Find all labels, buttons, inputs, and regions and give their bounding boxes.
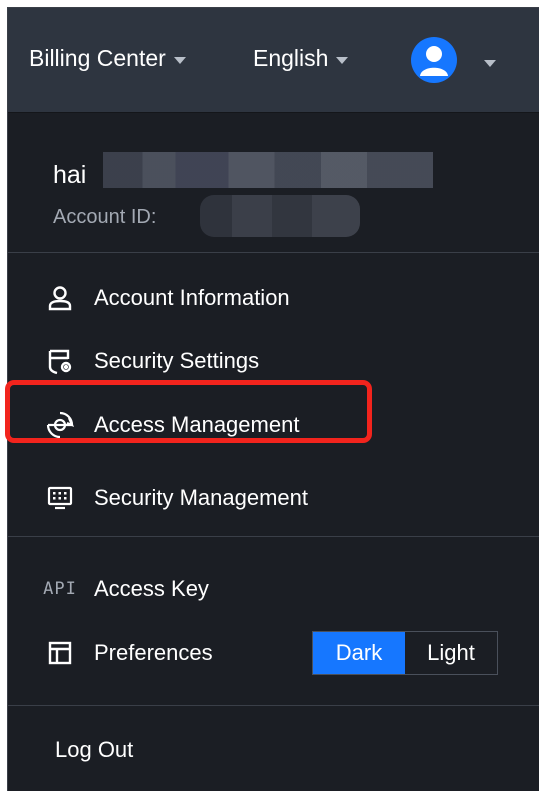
chevron-down-icon — [173, 56, 186, 64]
theme-option-light[interactable]: Light — [405, 632, 497, 674]
menu-item-access-key[interactable]: API Access Key — [8, 565, 539, 613]
avatar-chevron-down-icon[interactable] — [484, 60, 496, 67]
language-label: English — [253, 45, 329, 71]
theme-option-dark[interactable]: Dark — [313, 632, 405, 674]
profile-section: hai Account ID: — [8, 113, 539, 253]
theme-toggle: Dark Light — [312, 631, 498, 675]
section-divider — [8, 705, 539, 706]
shield-settings-icon — [44, 345, 76, 377]
logout-button[interactable]: Log Out — [55, 737, 133, 763]
menu-item-account-information[interactable]: Account Information — [8, 274, 539, 322]
menu-label: Security Settings — [94, 348, 260, 373]
menu-label: Security Management — [94, 485, 308, 510]
redacted-username — [103, 152, 433, 188]
top-navigation-bar: Billing Center English — [8, 8, 539, 113]
account-dropdown-panel: Billing Center English hai Account ID: A… — [7, 7, 539, 791]
menu-label: Account Information — [94, 285, 290, 310]
menu-item-security-settings[interactable]: Security Settings — [8, 337, 539, 385]
menu-label: Access Management — [94, 412, 300, 437]
menu-item-security-management[interactable]: Security Management — [8, 474, 539, 522]
access-management-icon — [44, 409, 76, 441]
user-icon — [44, 282, 76, 314]
keyboard-icon — [44, 482, 76, 514]
api-icon: API — [43, 579, 77, 599]
billing-center-menu[interactable]: Billing Center — [29, 45, 186, 72]
language-menu[interactable]: English — [253, 45, 349, 72]
menu-label: Preferences — [94, 640, 213, 665]
redacted-account-id — [200, 195, 360, 237]
menu-label: Access Key — [94, 576, 209, 601]
menu-item-access-management[interactable]: Access Management — [8, 401, 539, 449]
billing-center-label: Billing Center — [29, 45, 166, 71]
user-avatar-icon[interactable] — [411, 37, 457, 83]
chevron-down-icon — [336, 56, 349, 64]
layout-icon — [44, 637, 76, 669]
username: hai — [53, 161, 87, 189]
account-id-label: Account ID: — [53, 206, 157, 228]
section-divider — [8, 536, 539, 537]
